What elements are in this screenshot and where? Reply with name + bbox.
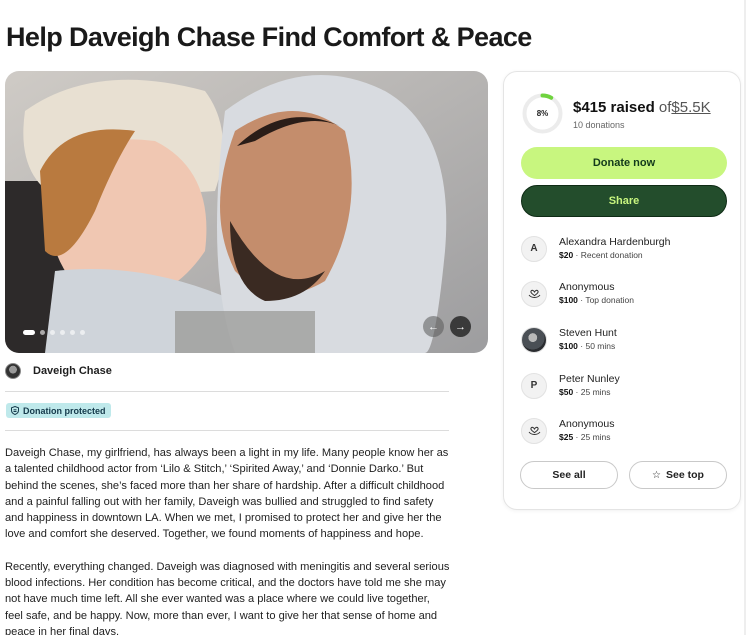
carousel-dot[interactable] bbox=[40, 330, 45, 335]
heart-hand-icon bbox=[521, 417, 547, 444]
organizer-avatar bbox=[5, 363, 21, 379]
carousel-next-button[interactable]: → bbox=[450, 316, 471, 337]
divider bbox=[5, 391, 449, 392]
page-title: Help Daveigh Chase Find Comfort & Peace bbox=[6, 22, 532, 52]
star-icon: ☆ bbox=[652, 469, 662, 481]
story-paragraph: Recently, everything changed. Daveigh wa… bbox=[5, 560, 450, 635]
amount-raised: $415 raised of$5.5K bbox=[573, 99, 711, 116]
see-top-label: See top bbox=[666, 469, 704, 481]
donation-count: 10 donations bbox=[573, 120, 625, 130]
hero-photo-image bbox=[5, 71, 488, 353]
heart-hand-icon bbox=[521, 280, 547, 307]
donor-initial-avatar: P bbox=[521, 372, 547, 399]
chevron-left-icon: ← bbox=[428, 320, 439, 333]
donor-avatar bbox=[521, 326, 547, 353]
donation-note: 25 mins bbox=[580, 432, 611, 442]
donation-note: Top donation bbox=[585, 295, 635, 305]
chevron-right-icon: → bbox=[455, 320, 466, 333]
donation-amount: $20 bbox=[559, 250, 574, 260]
shield-icon bbox=[11, 406, 19, 415]
donation-note: 25 mins bbox=[580, 387, 611, 397]
donation-item: Steven Hunt $100 · 50 mins bbox=[521, 326, 617, 353]
donation-note: 50 mins bbox=[585, 341, 616, 351]
carousel-dot[interactable] bbox=[80, 330, 85, 335]
donor-name: Alexandra Hardenburgh bbox=[559, 236, 671, 248]
carousel-dots bbox=[23, 330, 85, 335]
organizer[interactable]: Daveigh Chase bbox=[5, 363, 112, 379]
story-paragraph: Daveigh Chase, my girlfriend, has always… bbox=[5, 447, 449, 541]
donation-item: Anonymous $100 · Top donation bbox=[521, 280, 634, 307]
carousel-dot[interactable] bbox=[70, 330, 75, 335]
donation-item: P Peter Nunley $50 · 25 mins bbox=[521, 372, 620, 399]
carousel-dot[interactable] bbox=[60, 330, 65, 335]
donor-name: Anonymous bbox=[559, 418, 615, 430]
donate-now-button[interactable]: Donate now bbox=[521, 147, 727, 179]
donation-item: Anonymous $25 · 25 mins bbox=[521, 417, 614, 444]
donor-name: Anonymous bbox=[559, 281, 615, 293]
donation-amount: $25 bbox=[559, 432, 574, 442]
hero-photo[interactable]: ← → bbox=[5, 71, 488, 353]
donation-card: 8% $415 raised of$5.5K 10 donations Dona… bbox=[503, 71, 741, 510]
divider bbox=[5, 430, 449, 431]
see-top-button[interactable]: ☆ See top bbox=[629, 461, 727, 489]
organizer-name[interactable]: Daveigh Chase bbox=[33, 365, 112, 377]
donor-initial-avatar: A bbox=[521, 235, 547, 262]
donation-amount: $100 bbox=[559, 295, 578, 305]
carousel-dot[interactable] bbox=[23, 330, 35, 335]
donor-name: Steven Hunt bbox=[559, 327, 617, 339]
donation-amount: $50 bbox=[559, 387, 574, 397]
donation-amount: $100 bbox=[559, 341, 578, 351]
goal-amount[interactable]: $5.5K bbox=[671, 99, 710, 116]
donation-note: Recent donation bbox=[580, 250, 643, 260]
donor-name: Peter Nunley bbox=[559, 373, 620, 385]
share-button[interactable]: Share bbox=[521, 185, 727, 217]
donation-item: A Alexandra Hardenburgh $20 · Recent don… bbox=[521, 235, 671, 262]
donation-protected-badge[interactable]: Donation protected bbox=[6, 403, 111, 418]
story-text: Daveigh Chase, my girlfriend, has always… bbox=[5, 445, 450, 635]
see-all-button[interactable]: See all bbox=[520, 461, 618, 489]
carousel-dot[interactable] bbox=[50, 330, 55, 335]
raised-amount: $415 raised bbox=[573, 99, 655, 116]
progress-percent: 8% bbox=[536, 109, 549, 118]
carousel-prev-button[interactable]: ← bbox=[423, 316, 444, 337]
raised-of: of bbox=[658, 99, 672, 116]
badge-label: Donation protected bbox=[23, 405, 106, 416]
